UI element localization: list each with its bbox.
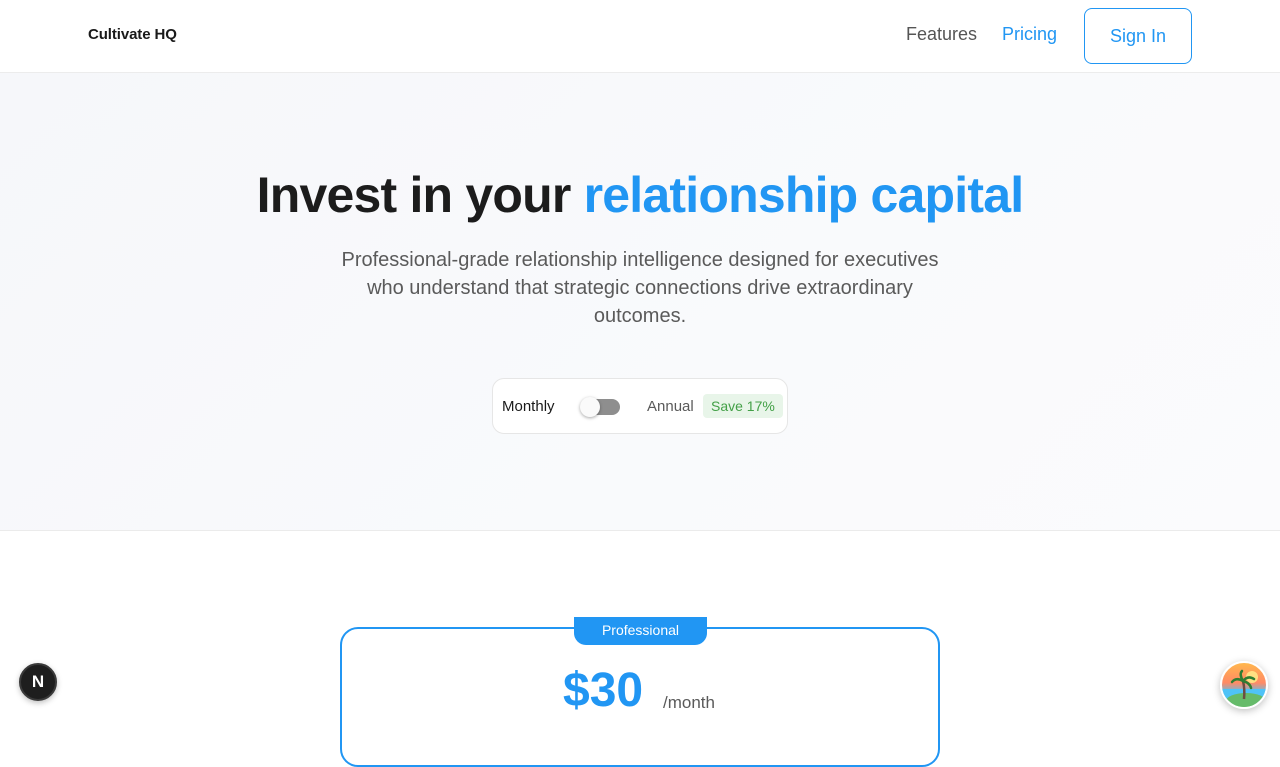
- island-widget-icon[interactable]: [1220, 661, 1268, 709]
- hero-title: Invest in your relationship capital: [0, 166, 1280, 224]
- nav-link-pricing[interactable]: Pricing: [1002, 24, 1057, 45]
- billing-toggle: Monthly Annual Save 17%: [492, 378, 788, 434]
- plan-price: $30: [563, 664, 644, 717]
- nav-link-features[interactable]: Features: [906, 24, 977, 45]
- hero-title-accent: relationship capital: [583, 167, 1024, 223]
- billing-annual-label[interactable]: Annual: [647, 398, 694, 415]
- hero-subtitle: Professional-grade relationship intellig…: [341, 249, 939, 327]
- hero-title-text: Invest in your: [256, 167, 584, 223]
- billing-monthly-label[interactable]: Monthly: [502, 398, 555, 415]
- plan-badge: Professional: [574, 617, 707, 645]
- save-badge: Save 17%: [703, 394, 783, 418]
- billing-switch[interactable]: [580, 397, 620, 417]
- brand-logo[interactable]: Cultivate HQ: [88, 26, 177, 43]
- sign-in-button[interactable]: Sign In: [1084, 8, 1192, 64]
- palm-island-icon: [1222, 669, 1266, 707]
- hero-section: Invest in your relationship capital Prof…: [0, 73, 1280, 531]
- site-header: Cultivate HQ Features Pricing Sign In: [0, 0, 1280, 73]
- billing-switch-knob[interactable]: [580, 397, 600, 417]
- dev-indicator-icon[interactable]: N: [19, 663, 57, 701]
- plan-period: /month: [663, 693, 715, 712]
